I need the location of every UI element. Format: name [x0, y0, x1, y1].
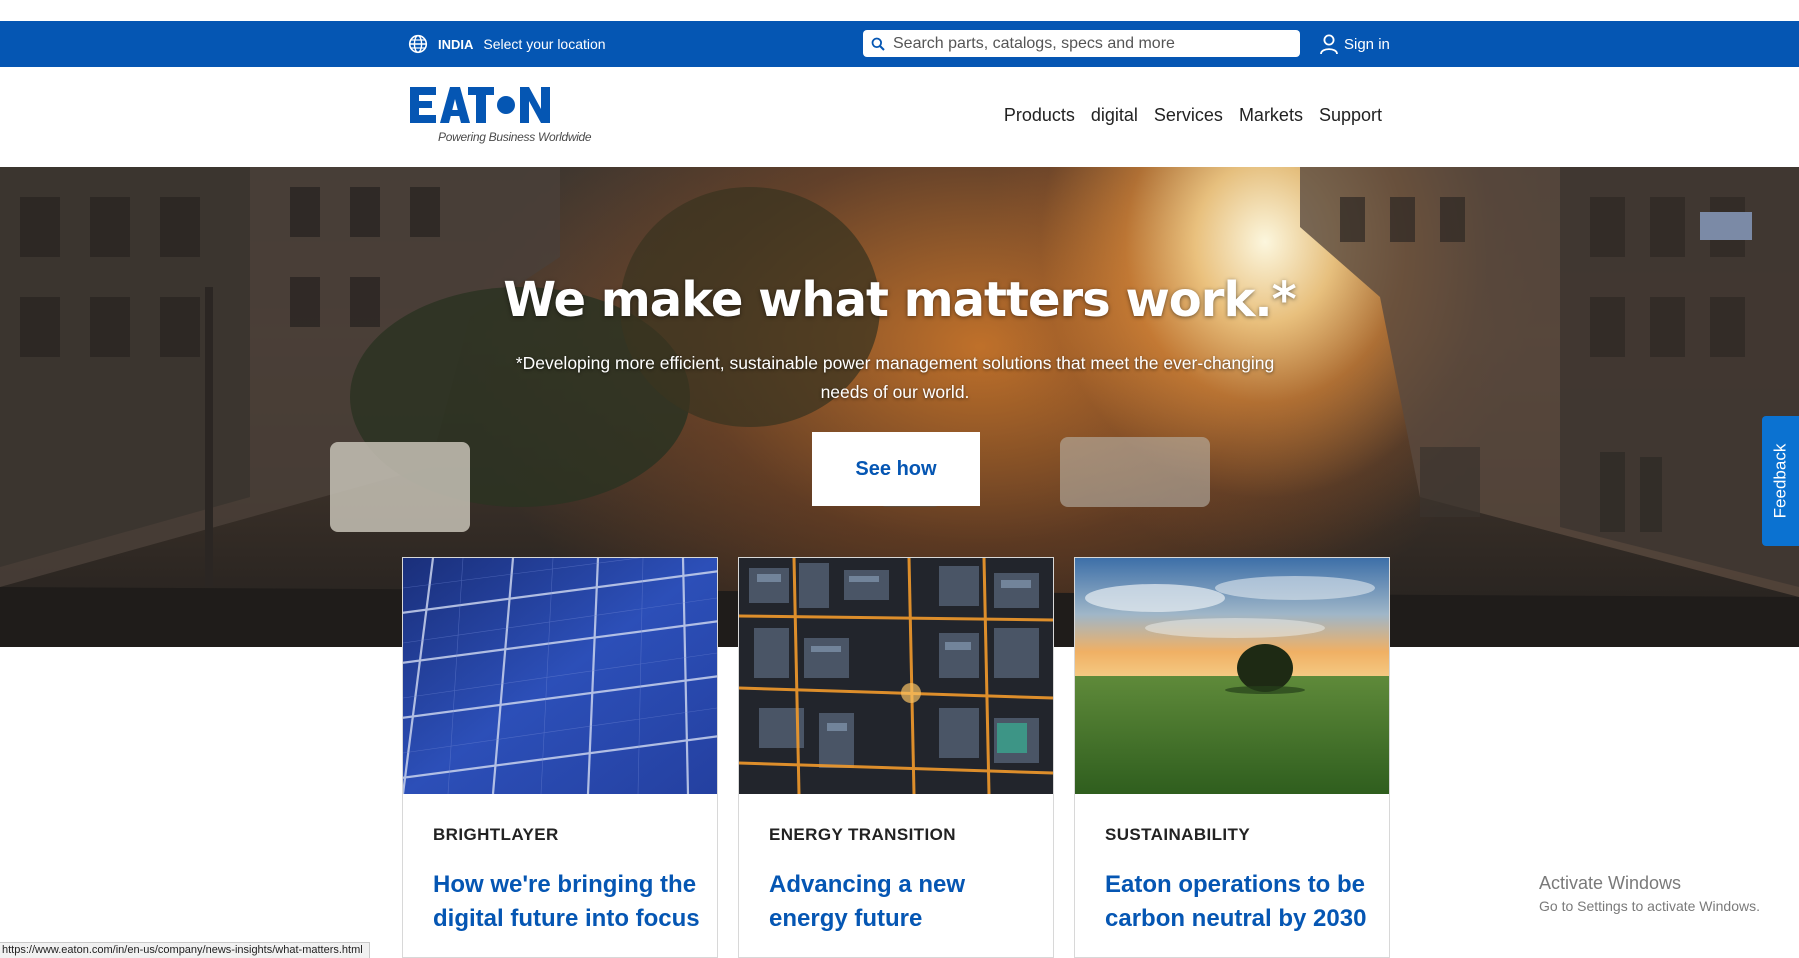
main-header: Powering Business Worldwide Products dig… — [0, 67, 1799, 167]
card-category: SUSTAINABILITY — [1105, 825, 1251, 844]
activate-windows-title: Activate Windows — [1539, 873, 1682, 893]
user-icon — [1318, 33, 1340, 55]
search-input[interactable] — [893, 34, 1273, 53]
card-headline-link[interactable]: Eaton operations to be carbon neutral by… — [1105, 868, 1375, 936]
search-icon[interactable] — [871, 37, 885, 51]
sign-in-label: Sign in — [1344, 35, 1390, 53]
globe-icon — [408, 34, 428, 54]
activate-windows-watermark: Activate Windows Go to Settings to activ… — [1539, 873, 1760, 914]
aerial-city-image — [739, 558, 1053, 794]
location-selector[interactable]: INDIA Select your location — [408, 21, 606, 67]
tree-field-image — [1075, 558, 1389, 794]
logo-tagline: Powering Business Worldwide — [438, 130, 592, 144]
utility-bar: INDIA Select your location Sign in — [0, 21, 1799, 67]
card-sustainability[interactable]: SUSTAINABILITY Eaton operations to be ca… — [1074, 557, 1390, 958]
card-headline-link[interactable]: How we're bringing the digital future in… — [433, 868, 703, 936]
card-category: BRIGHTLAYER — [433, 825, 559, 844]
card-category: ENERGY TRANSITION — [769, 825, 956, 844]
feedback-tab[interactable]: Feedback — [1762, 416, 1799, 546]
activate-windows-subtitle: Go to Settings to activate Windows. — [1539, 898, 1760, 914]
see-how-button[interactable]: See how — [812, 432, 980, 506]
main-nav: Products digital Services Markets Suppor… — [1004, 105, 1382, 126]
search-box — [863, 30, 1300, 57]
feedback-label: Feedback — [1770, 443, 1790, 519]
status-bar-url: https://www.eaton.com/in/en-us/company/n… — [0, 942, 370, 958]
card-headline-link[interactable]: Advancing a new energy future — [769, 868, 1039, 936]
nav-digital[interactable]: digital — [1091, 105, 1138, 126]
solar-panel-image — [403, 558, 717, 794]
sign-in-link[interactable]: Sign in — [1318, 21, 1390, 67]
card-brightlayer[interactable]: BRIGHTLAYER How we're bringing the digit… — [402, 557, 718, 958]
nav-services[interactable]: Services — [1154, 105, 1223, 126]
hero-subtitle: *Developing more efficient, sustainable … — [515, 353, 1275, 402]
eaton-wordmark-logo — [410, 87, 550, 123]
nav-support[interactable]: Support — [1319, 105, 1382, 126]
country-label: INDIA — [438, 36, 474, 52]
eaton-logo[interactable]: Powering Business Worldwide — [410, 85, 592, 151]
card-energy-transition[interactable]: ENERGY TRANSITION Advancing a new energy… — [738, 557, 1054, 958]
hero-title: We make what matters work.* — [503, 272, 1296, 328]
nav-markets[interactable]: Markets — [1239, 105, 1303, 126]
nav-products[interactable]: Products — [1004, 105, 1075, 126]
select-location-link[interactable]: Select your location — [483, 36, 605, 52]
